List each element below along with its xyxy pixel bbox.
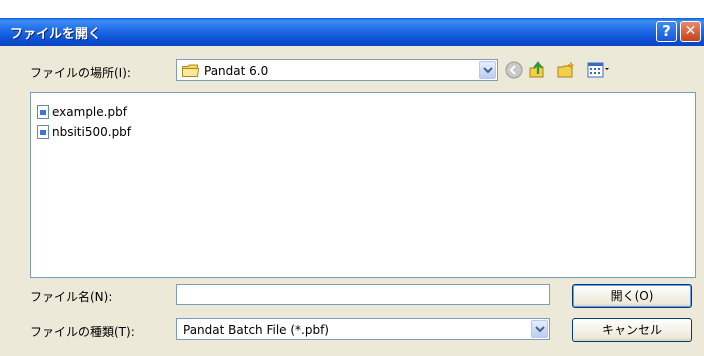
filetype-value: Pandat Batch File (*.pbf) <box>183 323 329 337</box>
file-name: example.pbf <box>52 105 127 119</box>
close-button[interactable]: ✕ <box>680 21 701 42</box>
file-icon <box>37 125 49 139</box>
folder-icon <box>182 64 199 77</box>
title-bar[interactable]: ファイルを開く ? ✕ <box>0 18 704 46</box>
filetype-combo[interactable]: Pandat Batch File (*.pbf) <box>176 318 550 340</box>
help-button[interactable]: ? <box>656 21 677 42</box>
file-icon <box>37 105 49 119</box>
view-menu-icon <box>587 62 609 78</box>
list-item[interactable]: nbsiti500.pbf <box>37 123 131 141</box>
new-folder-button[interactable] <box>556 60 576 80</box>
dialog-title: ファイルを開く <box>10 27 102 42</box>
filename-label: ファイル名(N): <box>30 290 113 304</box>
open-button[interactable]: 開く(O) <box>572 284 692 308</box>
up-folder-icon <box>529 61 544 78</box>
filetype-label: ファイルの種類(T): <box>30 325 135 339</box>
location-combo[interactable]: Pandat 6.0 <box>176 59 498 81</box>
file-name: nbsiti500.pbf <box>52 125 132 139</box>
filetype-dropdown-button[interactable] <box>531 320 548 338</box>
cancel-button[interactable]: キャンセル <box>572 318 692 342</box>
file-list[interactable]: example.pbf nbsiti500.pbf <box>30 92 696 278</box>
help-icon: ? <box>662 22 671 40</box>
list-item[interactable]: example.pbf <box>37 103 127 121</box>
new-folder-icon <box>557 61 575 78</box>
chevron-down-icon <box>483 67 493 74</box>
location-dropdown-button[interactable] <box>479 61 496 79</box>
open-file-dialog: ファイルを開く ? ✕ ファイルの場所(I): Pandat 6.0 examp… <box>0 18 704 356</box>
chevron-down-icon <box>535 326 545 333</box>
location-label: ファイルの場所(I): <box>30 66 131 80</box>
location-value: Pandat 6.0 <box>204 64 269 78</box>
filename-input[interactable] <box>176 284 550 305</box>
back-button[interactable] <box>504 60 524 80</box>
up-folder-button[interactable] <box>527 60 547 80</box>
view-menu-button[interactable] <box>586 60 612 80</box>
back-icon <box>505 61 523 79</box>
close-icon: ✕ <box>684 23 697 39</box>
